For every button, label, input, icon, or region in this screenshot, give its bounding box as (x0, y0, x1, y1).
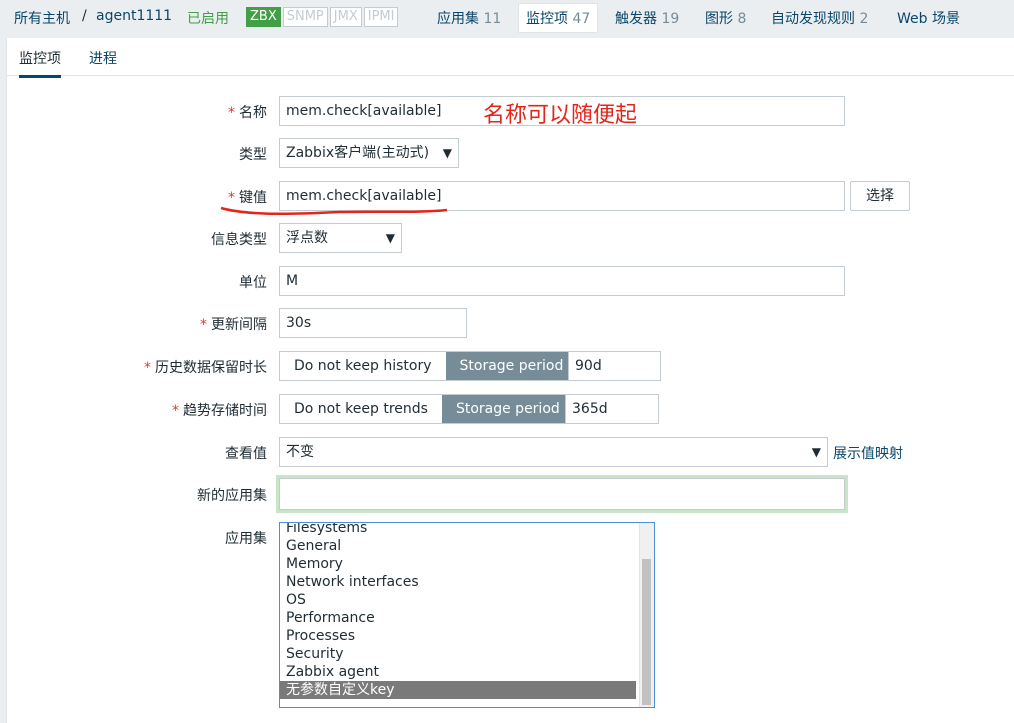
trends-input[interactable] (565, 394, 659, 424)
units-input[interactable] (279, 266, 845, 296)
nav-applications[interactable]: 应用集 11 (437, 8, 501, 28)
list-item[interactable]: OS (280, 591, 654, 609)
nav-graphs[interactable]: 图形 8 (705, 8, 746, 28)
trends-storage-option[interactable]: Storage period (441, 395, 574, 423)
interval-label: * 更新间隔 (200, 317, 267, 333)
history-no-keep-option[interactable]: Do not keep history (280, 352, 446, 380)
key-label: * 键值 (228, 190, 267, 206)
trends-no-keep-option[interactable]: Do not keep trends (280, 395, 442, 423)
badge-zbx: ZBX (246, 7, 281, 27)
list-item[interactable]: Network interfaces (280, 573, 654, 591)
item-form-panel: 监控项 进程 *名称 名称可以随便起 类型 Zabbix客户端(主动式)▼ *键… (6, 38, 1014, 723)
select-key-button[interactable]: 选择 (850, 181, 910, 211)
apps-label: 应用集 (225, 531, 267, 547)
list-item[interactable]: Processes (280, 627, 654, 645)
form-tabs: 监控项 进程 (7, 38, 1014, 78)
annotation-text: 名称可以随便起 (483, 103, 638, 128)
list-item[interactable]: Zabbix agent (280, 663, 654, 681)
list-item[interactable]: Filesystems (280, 523, 654, 537)
type-label: 类型 (239, 147, 267, 163)
show-value-select[interactable]: 不变 ▼ (279, 437, 828, 467)
history-label: * 历史数据保留时长 (144, 360, 267, 376)
type-select[interactable]: Zabbix客户端(主动式) ▼ (279, 138, 459, 168)
interval-input[interactable] (279, 308, 467, 338)
history-segmented[interactable]: Do not keep history Storage period (279, 351, 579, 381)
nav-items[interactable]: 监控项 47 (518, 3, 599, 33)
breadcrumb-separator: / (82, 8, 87, 24)
show-value-mapping-link[interactable]: 展示值映射 (833, 443, 903, 463)
info-type-select[interactable]: 浮点数 ▼ (279, 223, 402, 253)
chevron-down-icon: ▼ (385, 231, 395, 245)
nav-web-scenarios[interactable]: Web 场景 (897, 8, 960, 28)
host-status-enabled[interactable]: 已启用 (187, 8, 229, 28)
list-item[interactable]: Security (280, 645, 654, 663)
new-app-input[interactable] (279, 478, 845, 510)
units-label: 单位 (239, 275, 267, 291)
list-item[interactable]: Performance (280, 609, 654, 627)
chevron-down-icon: ▼ (442, 146, 452, 160)
badge-snmp: SNMP (282, 7, 328, 27)
trends-segmented[interactable]: Do not keep trends Storage period (279, 394, 575, 424)
new-app-label: 新的应用集 (197, 488, 267, 504)
scrollbar-thumb[interactable] (642, 559, 651, 705)
annotation-underline (220, 206, 448, 216)
top-bar: 所有主机 / agent1111 已启用 ZBX SNMP JMX IPMI 应… (0, 0, 1014, 36)
listbox-scrollbar[interactable] (639, 523, 654, 707)
nav-discovery-rules[interactable]: 自动发现规则 2 (771, 8, 868, 28)
history-input[interactable] (568, 351, 661, 381)
applications-listbox[interactable]: Filesystems General Memory Network inter… (279, 522, 655, 708)
show-value-label: 查看值 (225, 446, 267, 462)
history-storage-option[interactable]: Storage period (445, 352, 578, 380)
breadcrumb-all-hosts[interactable]: 所有主机 (14, 8, 70, 28)
chevron-down-icon: ▼ (811, 445, 821, 459)
nav-triggers[interactable]: 触发器 19 (615, 8, 679, 28)
breadcrumb-host[interactable]: agent1111 (96, 8, 172, 24)
badge-jmx: JMX (329, 7, 362, 27)
list-item[interactable]: Memory (280, 555, 654, 573)
name-label: * 名称 (228, 105, 267, 121)
list-item-selected[interactable]: 无参数自定义key (280, 681, 636, 699)
tab-item[interactable]: 监控项 (19, 48, 61, 78)
badge-ipmi: IPMI (363, 7, 399, 27)
info-type-label: 信息类型 (211, 232, 267, 248)
tab-preprocessing[interactable]: 进程 (89, 48, 117, 68)
availability-badges: ZBX SNMP JMX IPMI (246, 7, 399, 27)
trends-label: * 趋势存储时间 (172, 403, 267, 419)
list-item[interactable]: General (280, 537, 654, 555)
